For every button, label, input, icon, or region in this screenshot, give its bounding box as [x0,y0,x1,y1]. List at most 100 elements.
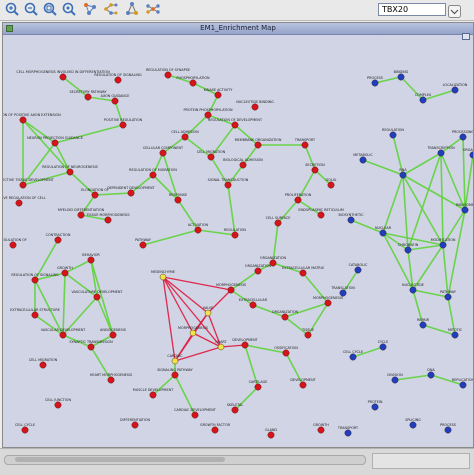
network-node[interactable] [274,219,282,227]
network-edge[interactable] [152,374,176,396]
network-node[interactable] [304,331,312,339]
network-edge[interactable] [227,164,244,186]
network-node[interactable] [281,313,289,321]
network-node[interactable] [87,256,95,264]
network-edge[interactable] [407,152,442,251]
network-node[interactable] [439,241,447,249]
network-node[interactable] [114,76,122,84]
network-node[interactable] [344,429,352,437]
network-link-icon[interactable] [145,1,161,17]
window-control-icon[interactable] [462,25,470,40]
network-edge[interactable] [80,194,96,216]
network-edge[interactable] [362,159,404,176]
network-node[interactable] [9,241,17,249]
search-options-icon[interactable] [448,3,461,18]
network-node[interactable] [459,133,467,141]
network-edge[interactable] [142,229,199,246]
network-node[interactable] [469,151,473,159]
network-node[interactable] [231,231,239,239]
network-tree-icon[interactable] [103,1,119,17]
network-node[interactable] [299,269,307,277]
network-node[interactable] [171,357,179,365]
network-node[interactable] [84,93,92,101]
network-node[interactable] [359,156,367,164]
network-node[interactable] [159,149,167,157]
network-edge[interactable] [94,192,132,196]
zoom-fit-icon[interactable] [42,1,58,17]
network-node[interactable] [231,406,239,414]
network-node[interactable] [317,426,325,434]
network-node[interactable] [231,121,239,129]
network-edge[interactable] [220,344,246,348]
network-node[interactable] [119,121,127,129]
network-node[interactable] [254,383,262,391]
network-node[interactable] [241,341,249,349]
network-node[interactable] [239,161,247,169]
zoom-out-icon[interactable] [23,1,39,17]
network-node[interactable] [269,259,277,267]
network-edge[interactable] [440,152,466,211]
network-node[interactable] [444,426,452,434]
network-node[interactable] [159,273,167,281]
network-node[interactable] [31,276,39,284]
horizontal-scrollbar[interactable] [4,455,366,465]
network-node[interactable] [87,343,95,351]
network-node[interactable] [299,381,307,389]
network-node[interactable] [61,269,69,277]
network-node[interactable] [191,411,199,419]
network-node[interactable] [391,376,399,384]
network-node[interactable] [189,79,197,87]
scrollbar-thumb[interactable] [15,457,225,462]
network-node[interactable] [379,229,387,237]
network-node[interactable] [419,321,427,329]
network-node[interactable] [249,301,257,309]
network-node[interactable] [39,361,47,369]
zoom-in-icon[interactable] [4,1,20,17]
network-node[interactable] [214,91,222,99]
network-node[interactable] [227,286,235,294]
network-node[interactable] [217,343,225,351]
network-edge[interactable] [162,136,186,154]
search-input[interactable] [378,3,446,16]
network-node[interactable] [104,216,112,224]
network-node[interactable] [59,73,67,81]
network-node[interactable] [397,73,405,81]
network-edge[interactable] [62,272,66,336]
network-canvas[interactable]: REGULATION OF POSITIVE AXON EXTENSION CEL… [3,35,473,447]
network-node[interactable] [419,96,427,104]
network-node[interactable] [54,236,62,244]
network-edge[interactable] [162,276,209,314]
network-node[interactable] [204,111,212,119]
network-edge[interactable] [130,174,154,194]
network-node[interactable] [317,211,325,219]
network-node[interactable] [139,241,147,249]
network-edge[interactable] [440,152,444,246]
network-node[interactable] [93,293,101,301]
network-node[interactable] [254,141,262,149]
window-titlebar[interactable]: EM1_Enrichment Map [3,23,473,40]
network-node[interactable] [459,381,467,389]
network-cluster-icon[interactable] [124,1,140,17]
network-node[interactable] [149,171,157,179]
network-node[interactable] [444,293,452,301]
network-node[interactable] [339,289,347,297]
network-node[interactable] [111,97,119,105]
network-edge[interactable] [382,232,414,291]
network-node[interactable] [31,311,39,319]
network-node[interactable] [461,206,469,214]
network-node[interactable] [19,181,27,189]
network-node[interactable] [251,103,259,111]
network-edge[interactable] [242,144,259,166]
network-node[interactable] [211,426,219,434]
network-node[interactable] [107,376,115,384]
network-edge[interactable] [54,124,124,144]
network-node[interactable] [91,191,99,199]
network-node[interactable] [437,149,445,157]
network-node[interactable] [21,426,29,434]
network-node[interactable] [267,431,275,439]
network-edge[interactable] [234,124,259,146]
network-node[interactable] [349,353,357,361]
zoom-selected-icon[interactable] [61,1,77,17]
network-node[interactable] [66,168,74,176]
network-edge[interactable] [184,136,212,158]
